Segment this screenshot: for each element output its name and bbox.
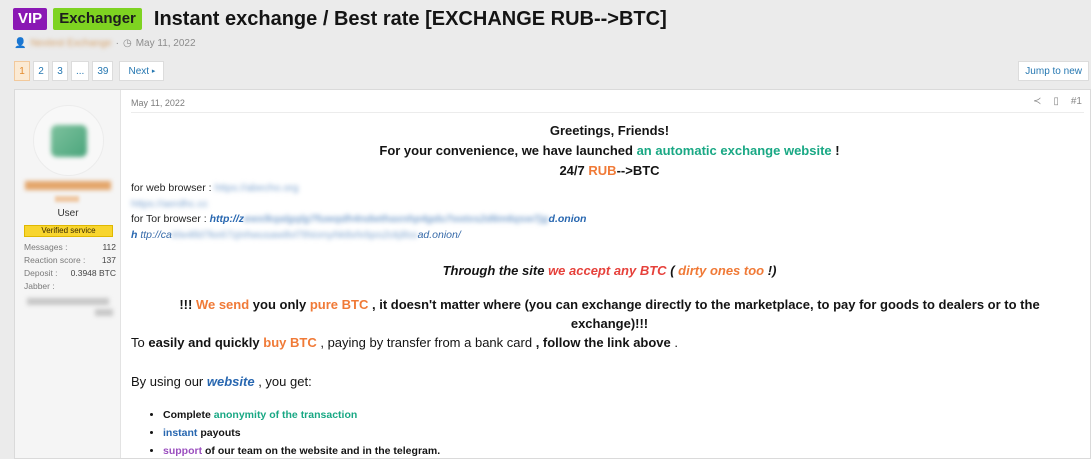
- user-sidebar: User Verified service Messages :112 Reac…: [15, 90, 121, 458]
- thread-header: VIP Exchanger Instant exchange / Best ra…: [13, 6, 667, 32]
- thread-title: Instant exchange / Best rate [EXCHANGE R…: [153, 7, 667, 30]
- stat-messages: Messages :112: [24, 242, 116, 252]
- post-message: User Verified service Messages :112 Reac…: [14, 89, 1091, 459]
- user-stats: Messages :112 Reaction score :137 Deposi…: [24, 241, 116, 293]
- page-ellipsis[interactable]: ...: [71, 61, 90, 81]
- tor-url-link[interactable]: http://zewxlkqalgqlg7fuwqdh4ndwthaxnhp4g…: [210, 213, 587, 225]
- page-link-3[interactable]: 3: [52, 61, 68, 81]
- page-link-39[interactable]: 39: [92, 61, 114, 81]
- post-body: May 11, 2022 ≺ ▯ #1 Greetings, Friends! …: [131, 90, 1090, 458]
- web-url-line-2: https://aerdhc.cc: [131, 198, 208, 210]
- exchanger-prefix-label[interactable]: Exchanger: [53, 8, 142, 30]
- avatar[interactable]: [33, 105, 104, 176]
- jabber-value-blurred-2: [95, 309, 113, 316]
- bookmark-icon[interactable]: ▯: [1053, 96, 1059, 107]
- post-date[interactable]: May 11, 2022: [131, 98, 185, 108]
- easy-buy-line: To easily and quickly buy BTC , paying b…: [131, 335, 679, 350]
- web-url-link-2[interactable]: https://aerdhc.cc: [131, 198, 208, 210]
- thread-date[interactable]: May 11, 2022: [136, 38, 196, 49]
- web-url-link[interactable]: https://abecho.org: [214, 182, 298, 194]
- stat-jabber: Jabber :: [24, 281, 55, 291]
- website-link[interactable]: website: [207, 374, 255, 389]
- list-item: Complete anonymity of the transaction: [163, 406, 440, 424]
- user-role: User: [57, 208, 79, 219]
- hours-line: 24/7 RUB-->BTC: [559, 163, 660, 178]
- avatar-image: [50, 124, 87, 157]
- list-item: instant payouts: [163, 424, 440, 442]
- jabber-value-blurred: [27, 298, 109, 305]
- send-line-2: exchange)!!!: [570, 316, 649, 331]
- user-icon: 👤: [14, 38, 27, 49]
- stat-deposit: Deposit :0.3948 BTC: [24, 268, 116, 278]
- page-link-1[interactable]: 1: [14, 61, 30, 81]
- accept-line: Through the site we accept any BTC ( dir…: [442, 263, 777, 278]
- next-page-button[interactable]: Next ▸: [119, 61, 165, 81]
- thread-author-link[interactable]: Nextest Exchange: [30, 38, 111, 49]
- vip-prefix-label[interactable]: VIP: [13, 8, 48, 30]
- username-blurred[interactable]: [25, 181, 111, 190]
- using-line: By using our website , you get:: [131, 374, 312, 389]
- exchange-website-link[interactable]: an automatic exchange website: [637, 143, 832, 158]
- next-label: Next: [128, 65, 150, 77]
- user-title-blurred: [55, 196, 79, 202]
- jump-to-new-button[interactable]: Jump to new: [1018, 61, 1089, 81]
- post-divider: [131, 112, 1084, 113]
- send-line: !!! We send you only pure BTC , it doesn…: [179, 297, 1040, 312]
- post-tools: ≺ ▯ #1: [1033, 96, 1082, 107]
- launch-line: For your convenience, we have launched a…: [379, 143, 840, 158]
- pagination: 1 2 3 ... 39 Next ▸: [14, 61, 165, 81]
- verified-service-badge: Verified service: [24, 225, 113, 237]
- list-item: support of our team on the website and i…: [163, 442, 440, 459]
- stat-reaction-score: Reaction score :137: [24, 255, 116, 265]
- benefits-list: Complete anonymity of the transaction in…: [149, 406, 440, 459]
- meta-separator: ·: [115, 38, 119, 49]
- tor-browser-line: for Tor browser : http://zewxlkqalgqlg7f…: [131, 213, 587, 225]
- page-link-2[interactable]: 2: [33, 61, 49, 81]
- post-number[interactable]: #1: [1071, 96, 1082, 107]
- thread-meta: 👤 Nextest Exchange · ◷ May 11, 2022: [14, 38, 196, 49]
- tor-url-line-2: h ttp://caklw4lld7ke67zjnhwusaw8vl7thiom…: [131, 229, 461, 241]
- chevron-right-icon: ▸: [151, 68, 156, 75]
- share-icon[interactable]: ≺: [1033, 96, 1041, 107]
- greeting-line: Greetings, Friends!: [549, 123, 670, 138]
- tor-url-link-2[interactable]: ttp://caklw4lld7ke67zjnhwusaw8vl7thiomyh…: [140, 229, 460, 241]
- web-browser-line: for web browser : https://abecho.org: [131, 182, 299, 194]
- clock-icon: ◷: [122, 38, 132, 49]
